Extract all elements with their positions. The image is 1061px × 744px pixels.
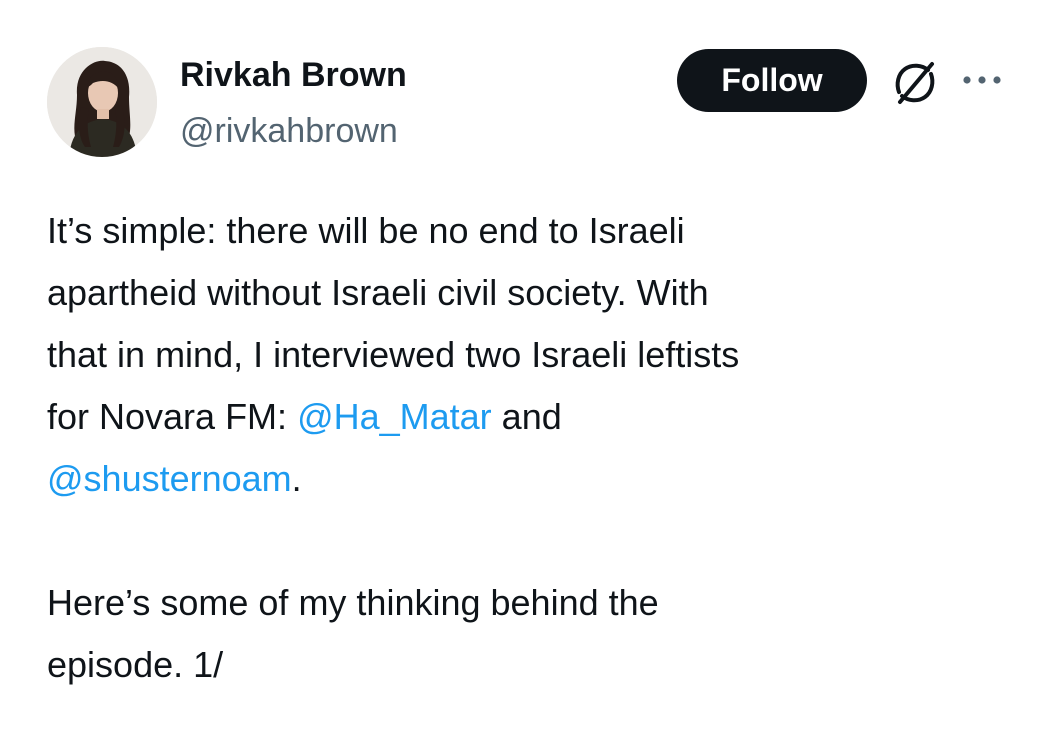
tweet-line: . <box>291 458 302 499</box>
tweet-line: and <box>491 396 562 437</box>
tweet-line: episode. 1/ <box>47 644 224 685</box>
grok-icon[interactable] <box>890 58 940 108</box>
tweet-line: that in mind, I interviewed two Israeli … <box>47 334 740 375</box>
more-icon[interactable] <box>960 70 1004 90</box>
author-avatar[interactable] <box>47 47 157 157</box>
tweet-paragraph-1: It’s simple: there will be no end to Isr… <box>47 200 1037 510</box>
mention-shusternoam[interactable]: @shusternoam <box>47 458 292 499</box>
more-icon-glyph <box>963 76 1001 84</box>
author-name[interactable]: Rivkah Brown <box>180 55 407 95</box>
tweet-line: for Novara FM: <box>47 396 298 437</box>
tweet-paragraph-2: Here’s some of my thinking behind the ep… <box>47 572 1037 696</box>
tweet-line: It’s simple: there will be no end to Isr… <box>47 210 685 251</box>
author-handle[interactable]: @rivkahbrown <box>180 111 398 151</box>
tweet-line: apartheid without Israeli civil society.… <box>47 272 709 313</box>
follow-button[interactable]: Follow <box>677 49 867 112</box>
avatar-image <box>47 47 157 157</box>
grok-icon-glyph <box>895 62 935 104</box>
tweet-line: Here’s some of my thinking behind the <box>47 582 659 623</box>
tweet-card: Rivkah Brown @rivkahbrown Follow It’s si… <box>0 0 1061 744</box>
mention-ha-matar[interactable]: @Ha_Matar <box>297 396 492 437</box>
tweet-text: It’s simple: there will be no end to Isr… <box>47 200 1037 696</box>
